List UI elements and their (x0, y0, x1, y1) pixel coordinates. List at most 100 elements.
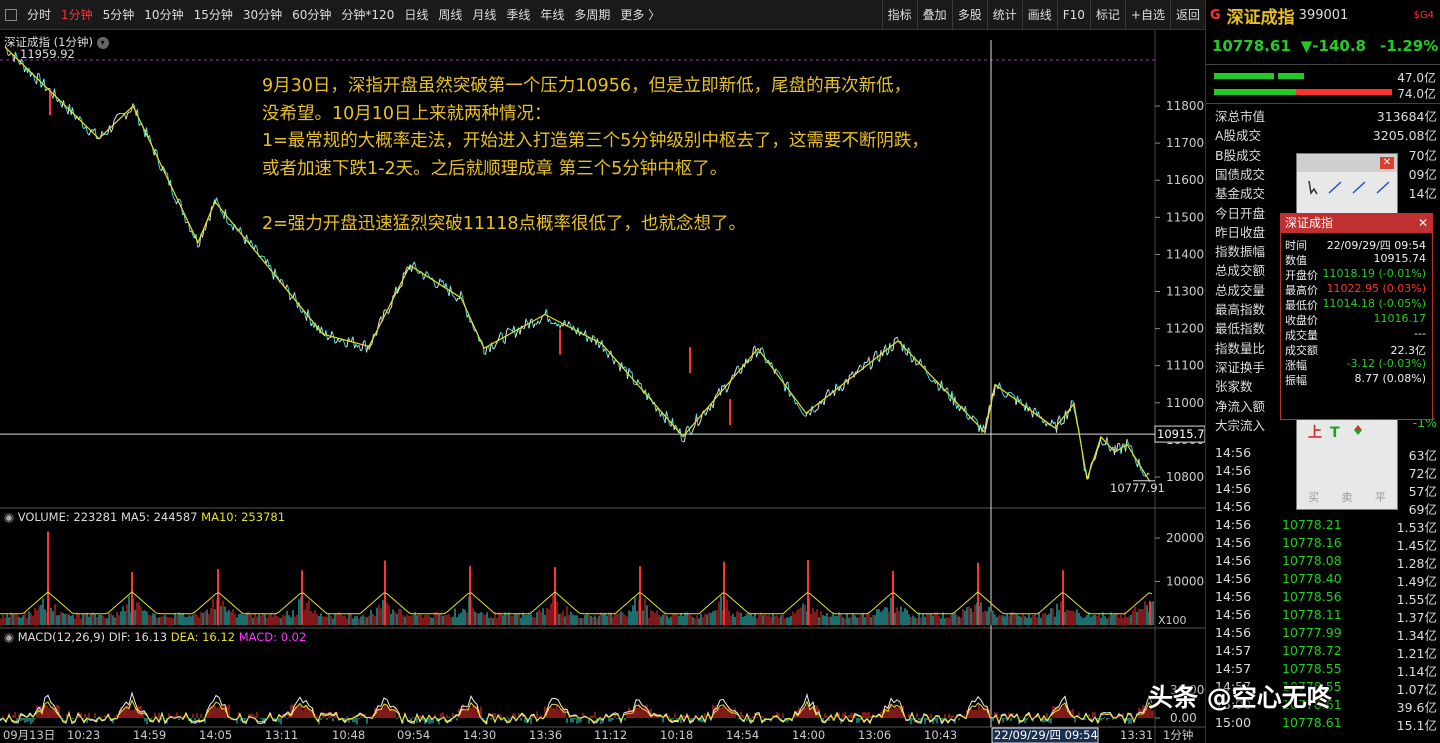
popup-row: 数值 10915.74 (1281, 252, 1432, 267)
tool-window-titlebar[interactable]: ✕ (1297, 154, 1397, 172)
period-tab[interactable]: 年线 (535, 6, 569, 23)
tool-button[interactable]: 画线 (1021, 0, 1057, 30)
price-segment (358, 345, 361, 351)
period-tab[interactable]: 分钟*120 (336, 6, 399, 23)
tool-button[interactable]: 指标 (881, 0, 917, 30)
period-tab[interactable]: 10分钟 (139, 6, 188, 23)
tick-row: 14:56 10777.99 1.34亿 (1206, 625, 1440, 643)
popup-value: 11014.18 (-0.05%) (1322, 297, 1426, 310)
price-segment (841, 388, 844, 392)
price-segment (528, 319, 531, 329)
price-segment (533, 323, 536, 328)
time-label: 14:05 (199, 728, 232, 742)
period-tab[interactable]: 更多 〉 (615, 6, 665, 23)
price-segment (799, 408, 802, 413)
price-segment (507, 327, 510, 330)
price-segment (865, 361, 868, 364)
popup-title[interactable]: 深证成指 ✕ (1281, 214, 1432, 233)
price-segment (684, 429, 687, 442)
quote-key: 总成交量 (1215, 282, 1266, 298)
period-tab[interactable]: 周线 (433, 6, 467, 23)
popup-key: 涨幅 (1285, 359, 1307, 372)
close-icon[interactable]: ✕ (1418, 214, 1428, 233)
price-segment (1120, 444, 1123, 454)
collapse-icon[interactable]: ◉ (4, 630, 14, 644)
quote-key: 最高指数 (1215, 302, 1266, 317)
price-segment (118, 112, 121, 115)
tick-price: 10778.11 (1282, 607, 1342, 622)
close-icon[interactable]: ✕ (1380, 157, 1394, 169)
tick-time: 14:56 (1215, 607, 1252, 622)
cursor-value: 10915.7 (1157, 427, 1205, 441)
price-segment (411, 264, 414, 272)
price-segment (289, 297, 292, 301)
data-popup[interactable]: 深证成指 ✕ 时间 22/09/29/四 09:54 数值 10915.74 开盘价 110… (1280, 213, 1433, 420)
price-segment (1003, 395, 1006, 398)
price-segment (1069, 400, 1072, 412)
tool-button[interactable]: +自选 (1124, 0, 1170, 30)
price-segment (859, 364, 862, 367)
quote-header: G 深证成指 399001 $G4 (1206, 0, 1440, 30)
price-segment (450, 285, 453, 295)
price-segment (624, 366, 627, 368)
tool-button[interactable]: F10 (1056, 0, 1090, 30)
price-segment (22, 62, 25, 73)
tool-button[interactable]: 多股 (951, 0, 987, 30)
price-segment (555, 322, 558, 327)
period-tab[interactable]: 30分钟 (238, 6, 287, 23)
tool-button[interactable]: 标记 (1089, 0, 1125, 30)
period-tab[interactable]: 5分钟 (98, 6, 140, 23)
tick-price: 10777.99 (1282, 625, 1342, 640)
period-tab[interactable]: 15分钟 (189, 6, 238, 23)
popup-row: 涨幅 -3.12 (-0.03%) (1281, 357, 1432, 372)
time-label: 09:54 (397, 728, 430, 742)
period-tab[interactable]: 1分钟 (56, 6, 98, 23)
volume-label: VOLUME: 223281 (17, 510, 118, 524)
period-tab[interactable]: 分时 (22, 6, 56, 23)
quote-key: 深总市值 (1215, 109, 1266, 124)
tick-time: 14:56 (1215, 571, 1252, 586)
price-segment (361, 341, 364, 350)
price-segment (858, 364, 861, 369)
price-segment (498, 332, 501, 338)
period-tab[interactable]: 日线 (399, 6, 433, 23)
price-segment (775, 368, 778, 372)
price-segment (433, 282, 436, 288)
price-segment (751, 347, 754, 359)
quote-row: 深总市值 313684亿 (1206, 106, 1440, 125)
period-tab[interactable]: 60分钟 (287, 6, 336, 23)
tick-amount: 1.53亿 (1396, 520, 1437, 535)
chevron-down-icon[interactable]: ▾ (96, 36, 109, 49)
tool-button[interactable]: 叠加 (916, 0, 952, 30)
tool-button[interactable]: 返回 (1169, 0, 1205, 30)
price-tick-label: 11400 (1166, 247, 1204, 261)
tick-price: 10778.40 (1282, 571, 1342, 586)
popup-value: 22/09/29/四 09:54 (1326, 239, 1426, 252)
price-segment (726, 388, 729, 393)
period-tab[interactable]: 季线 (501, 6, 535, 23)
tick-time: 14:57 (1215, 661, 1252, 676)
group-badge[interactable]: $G4 (1414, 10, 1434, 21)
price-segment (115, 114, 118, 118)
period-tab[interactable]: 月线 (467, 6, 501, 23)
price-segment (1100, 441, 1103, 446)
tool-button[interactable]: 统计 (986, 0, 1022, 30)
price-segment (216, 197, 219, 203)
period-tab[interactable]: 多周期 (569, 6, 615, 23)
collapse-icon[interactable]: ◉ (4, 510, 14, 524)
tick-row: 14:56 10778.21 1.53亿 (1206, 517, 1440, 535)
volume-header: ◉ VOLUME: 223281 MA5: 244587 MA10: 25378… (4, 510, 285, 524)
quote-key: 指数量比 (1215, 340, 1266, 356)
outflow-bar-red (1296, 89, 1392, 95)
popup-value: 11018.19 (-0.01%) (1322, 267, 1426, 280)
price-segment (179, 198, 182, 203)
popup-rows: 时间 22/09/29/四 09:54 数值 10915.74 开盘价 11018.19 … (1281, 233, 1432, 387)
toolbar-checkbox[interactable] (5, 8, 17, 21)
price-segment (171, 192, 174, 198)
outflow-bar-green (1214, 89, 1296, 95)
price-segment (607, 352, 610, 358)
price-segment (1071, 399, 1074, 402)
price-segment (894, 337, 897, 340)
volume-tick-label: 20000 (1166, 531, 1204, 545)
popup-key: 数值 (1285, 254, 1307, 267)
